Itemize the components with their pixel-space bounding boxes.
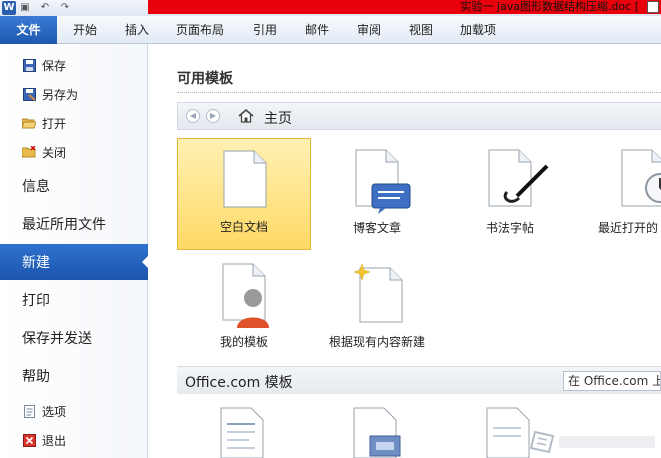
sidebar-item-label: 保存 bbox=[42, 58, 67, 73]
undo-icon[interactable]: ↶ bbox=[38, 1, 52, 14]
template-blog-post[interactable]: 博客文章 bbox=[310, 138, 444, 250]
tab-insert[interactable]: 插入 bbox=[112, 16, 162, 44]
template-new-from-existing[interactable]: 根据现有内容新建 bbox=[310, 252, 444, 364]
save-as-icon bbox=[22, 87, 36, 101]
available-templates-heading: 可用模板 bbox=[177, 71, 233, 87]
tab-page-layout[interactable]: 页面布局 bbox=[164, 16, 236, 44]
save-icon bbox=[22, 58, 36, 72]
recent-templates-icon bbox=[621, 149, 661, 207]
options-icon bbox=[22, 404, 36, 418]
template-calligraphy[interactable]: 书法字帖 bbox=[443, 138, 577, 250]
sidebar-item-new[interactable]: 新建 bbox=[0, 244, 149, 280]
office-templates-header: Office.com 模板 在 Office.com 上 bbox=[177, 366, 661, 394]
template-label: 根据现有内容新建 bbox=[328, 335, 425, 349]
breadcrumb-home[interactable]: 主页 bbox=[264, 108, 292, 128]
sidebar-item-label: 帮助 bbox=[22, 369, 50, 385]
sidebar-item-label: 打开 bbox=[42, 116, 67, 131]
back-arrow-icon[interactable]: ◀ bbox=[186, 109, 200, 123]
template-recent[interactable]: 最近打开的 bbox=[576, 138, 661, 250]
sidebar-item-label: 选项 bbox=[42, 404, 67, 419]
close-folder-icon bbox=[22, 145, 36, 159]
tab-file[interactable]: 文件 bbox=[0, 16, 57, 44]
redo-icon[interactable]: ↷ bbox=[58, 1, 72, 14]
title-bar: W ▣ ↶ ↷ 实验一 java图形数据结构压缩.doc [ bbox=[0, 0, 661, 16]
sidebar-item-label: 信息 bbox=[22, 179, 50, 195]
open-folder-icon bbox=[22, 116, 36, 130]
template-label: 书法字帖 bbox=[485, 221, 534, 235]
sidebar-item-close[interactable]: 关闭 bbox=[0, 139, 148, 165]
watermark-logo bbox=[529, 430, 655, 454]
sidebar-item-save-send[interactable]: 保存并发送 bbox=[0, 320, 148, 356]
sidebar-item-options[interactable]: 选项 bbox=[0, 398, 148, 424]
new-from-existing-icon bbox=[354, 263, 403, 323]
template-my-templates[interactable]: 我的模板 bbox=[177, 252, 311, 364]
window-title: 实验一 java图形数据结构压缩.doc [ bbox=[460, 0, 639, 13]
ribbon-tabs: 文件 开始 插入 页面布局 引用 邮件 审阅 视图 加载项 bbox=[0, 16, 661, 44]
office-search-input[interactable]: 在 Office.com 上 bbox=[563, 371, 661, 391]
sidebar-item-label: 另存为 bbox=[42, 87, 79, 102]
quick-access-toolbar: ▣ ↶ ↷ bbox=[18, 1, 72, 14]
sidebar-item-save-as[interactable]: 另存为 bbox=[0, 81, 148, 107]
sidebar-item-print[interactable]: 打印 bbox=[0, 282, 148, 318]
divider bbox=[177, 92, 661, 93]
word-app-icon[interactable]: W bbox=[2, 1, 16, 15]
save-icon[interactable]: ▣ bbox=[18, 1, 32, 14]
template-blank-document[interactable]: 空白文档 bbox=[177, 138, 311, 250]
tab-mailings[interactable]: 邮件 bbox=[292, 16, 342, 44]
sidebar-item-save[interactable]: 保存 bbox=[0, 52, 148, 78]
tab-view[interactable]: 视图 bbox=[396, 16, 446, 44]
office-templates-heading: Office.com 模板 bbox=[185, 375, 293, 391]
sidebar-item-info[interactable]: 信息 bbox=[0, 168, 148, 204]
sidebar-item-exit[interactable]: 退出 bbox=[0, 427, 148, 453]
tab-review[interactable]: 审阅 bbox=[344, 16, 394, 44]
tab-addins[interactable]: 加载项 bbox=[448, 16, 508, 44]
office-template-thumbnail[interactable] bbox=[352, 406, 404, 458]
sidebar-item-label: 最近所用文件 bbox=[22, 217, 106, 233]
template-label: 博客文章 bbox=[352, 221, 401, 235]
sidebar-item-label: 保存并发送 bbox=[22, 331, 92, 347]
template-label: 我的模板 bbox=[219, 335, 268, 349]
backstage-sidebar: 保存 另存为 打开 关闭 信息 最近所用文件 新建 打印 保存并发送 帮助 选项… bbox=[0, 44, 149, 458]
home-icon[interactable] bbox=[238, 108, 254, 124]
office-template-thumbnail[interactable] bbox=[219, 406, 267, 458]
template-navigation-bar: ◀ ▶ 主页 bbox=[177, 102, 661, 130]
blog-post-icon bbox=[355, 149, 411, 214]
forward-arrow-icon[interactable]: ▶ bbox=[206, 109, 220, 123]
window-control-box[interactable] bbox=[647, 1, 659, 13]
template-label: 空白文档 bbox=[219, 220, 268, 234]
exit-icon bbox=[22, 433, 36, 447]
template-label: 最近打开的 bbox=[598, 221, 659, 235]
sidebar-item-label: 关闭 bbox=[42, 145, 67, 160]
sidebar-item-label: 打印 bbox=[22, 293, 50, 309]
calligraphy-icon bbox=[488, 149, 549, 207]
tab-references[interactable]: 引用 bbox=[240, 16, 290, 44]
tab-home[interactable]: 开始 bbox=[60, 16, 110, 44]
sidebar-item-label: 退出 bbox=[42, 433, 67, 448]
sidebar-item-help[interactable]: 帮助 bbox=[0, 358, 148, 394]
my-templates-icon bbox=[222, 263, 269, 328]
sidebar-item-open[interactable]: 打开 bbox=[0, 110, 148, 136]
sidebar-item-label: 新建 bbox=[22, 255, 50, 271]
blank-document-icon bbox=[223, 150, 267, 208]
office-template-thumbnail[interactable] bbox=[485, 406, 533, 458]
backstage-main: 可用模板 ◀ ▶ 主页 空白文档 博客文章 书法字帖 最近打开的 我的模板 根据… bbox=[149, 44, 661, 458]
sidebar-item-recent[interactable]: 最近所用文件 bbox=[0, 206, 148, 242]
